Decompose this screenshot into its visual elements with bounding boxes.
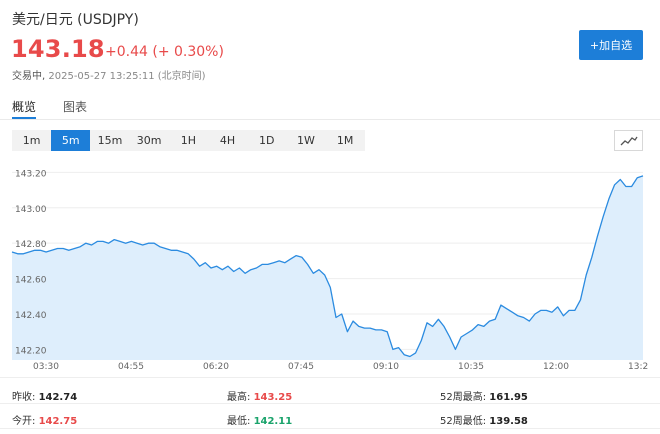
stat-open: 今开: 142.75 — [12, 416, 78, 427]
x-axis-labels: 03:30 04:55 06:20 07:45 09:10 10:35 12:00 13:2 — [33, 362, 648, 372]
stats-divider — [0, 377, 660, 378]
price-chart[interactable]: 143.20 143.00 142.80 142.60 142.40 142.20 03:… — [0, 160, 660, 374]
current-price: 143.18 — [11, 35, 105, 63]
price-area-fill — [12, 175, 643, 360]
instrument-title: 美元/日元 (USDJPY) — [12, 12, 139, 28]
y-tick-label: 143.00 — [15, 205, 47, 215]
y-tick-label: 142.40 — [15, 311, 47, 321]
tab-overview[interactable]: 概览 — [12, 98, 36, 115]
timeframe-1m-button[interactable]: 1m — [12, 130, 51, 151]
trading-status: 交易中, 2025-05-27 13:25:11 (北京时间) — [12, 67, 206, 82]
y-tick-label: 143.20 — [15, 169, 47, 179]
timeframe-1d-button[interactable]: 1D — [247, 130, 286, 151]
tab-chart[interactable]: 图表 — [63, 98, 87, 115]
x-tick-label: 13:2 — [628, 362, 648, 372]
add-to-watchlist-button[interactable]: +加自选 — [579, 30, 643, 60]
timeframe-4h-button[interactable]: 4H — [208, 130, 247, 151]
stat-prev-close: 昨收: 142.74 — [12, 392, 78, 403]
y-tick-label: 142.80 — [15, 240, 47, 250]
y-tick-label: 142.20 — [15, 346, 47, 356]
timeframe-selector: 1m 5m 15m 30m 1H 4H 1D 1W 1M — [12, 130, 365, 151]
stats-divider — [0, 403, 660, 404]
x-tick-label: 06:20 — [203, 362, 229, 372]
stat-52w-low: 52周最低: 139.58 — [440, 416, 528, 427]
stat-low: 最低: 142.11 — [227, 416, 293, 427]
price-change: +0.44 (+ 0.30%) — [105, 44, 224, 60]
status-timestamp: 2025-05-27 13:25:11 (北京时间) — [48, 71, 206, 82]
stat-high: 最高: 143.25 — [227, 392, 293, 403]
x-tick-label: 10:35 — [458, 362, 484, 372]
x-tick-label: 09:10 — [373, 362, 399, 372]
x-tick-label: 03:30 — [33, 362, 59, 372]
timeframe-30m-button[interactable]: 30m — [130, 130, 169, 151]
stat-52w-high: 52周最高: 161.95 — [440, 392, 528, 403]
timeframe-5m-button[interactable]: 5m — [51, 130, 91, 151]
status-label: 交易中, — [12, 71, 46, 82]
stats-divider — [0, 428, 660, 429]
y-tick-label: 142.60 — [15, 276, 47, 286]
x-tick-label: 07:45 — [288, 362, 314, 372]
timeframe-1h-button[interactable]: 1H — [169, 130, 208, 151]
timeframe-1w-button[interactable]: 1W — [286, 130, 325, 151]
tab-divider — [0, 119, 660, 120]
timeframe-15m-button[interactable]: 15m — [90, 130, 129, 151]
chart-type-button[interactable] — [614, 130, 643, 151]
line-chart-icon — [620, 136, 638, 145]
x-tick-label: 12:00 — [543, 362, 569, 372]
timeframe-1mo-button[interactable]: 1M — [326, 130, 365, 151]
x-tick-label: 04:55 — [118, 362, 144, 372]
